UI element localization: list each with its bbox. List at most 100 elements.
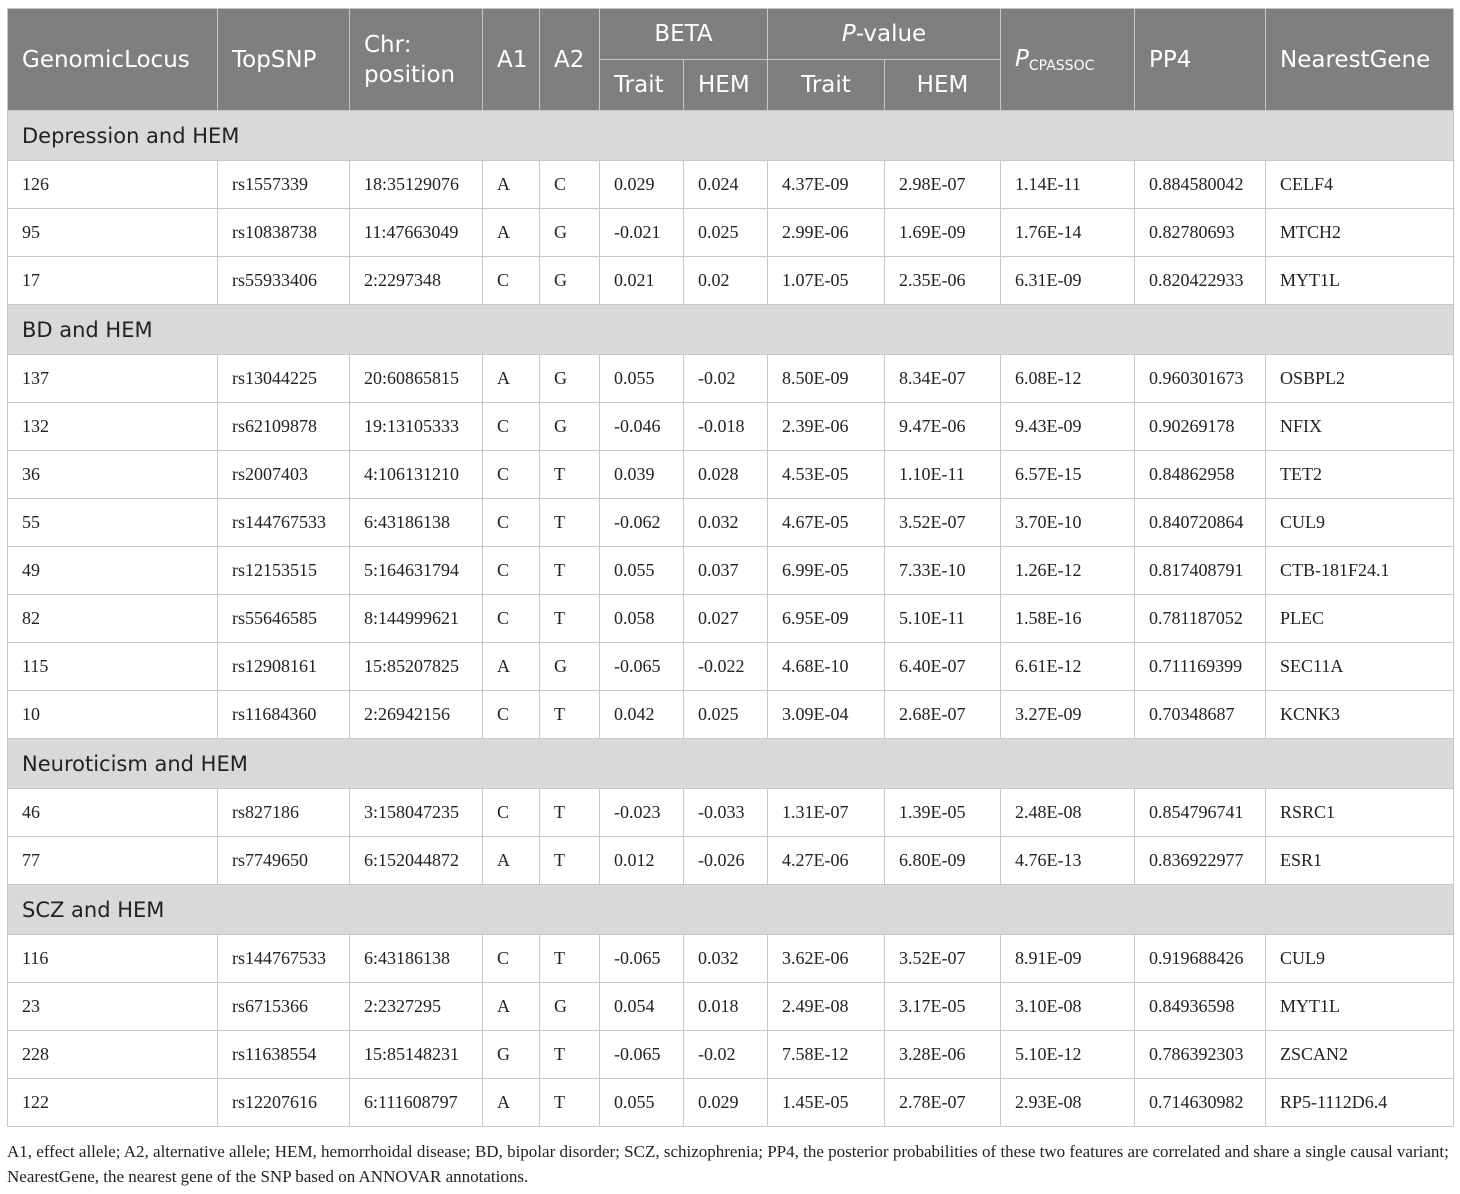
cell-pp4: 0.82780693 bbox=[1134, 208, 1267, 257]
cell-top-snp: rs144767533 bbox=[217, 934, 350, 983]
table-row: 23 rs6715366 2:2327295 A G 0.054 0.018 2.49E-08… bbox=[7, 982, 1455, 1031]
cell-nearest-gene: ESR1 bbox=[1265, 836, 1455, 885]
cell-beta-hem: -0.018 bbox=[683, 402, 768, 451]
cell-beta-hem: 0.024 bbox=[683, 160, 768, 209]
cell-a2: T bbox=[539, 836, 600, 885]
cell-a1: A bbox=[482, 982, 540, 1031]
cell-pp4: 0.781187052 bbox=[1134, 594, 1267, 643]
cell-pp4: 0.884580042 bbox=[1134, 160, 1267, 209]
cell-p-cpassoc: 3.27E-09 bbox=[1000, 690, 1136, 739]
cell-genomic-locus: 46 bbox=[7, 788, 218, 837]
table-row: 126 rs1557339 18:35129076 A C 0.029 0.024 4.37E… bbox=[7, 160, 1455, 209]
table-row: 49 rs12153515 5:164631794 C T 0.055 0.037 6.99E… bbox=[7, 546, 1455, 595]
cell-pvalue-hem: 3.52E-07 bbox=[883, 934, 1002, 983]
header-p-value-rest: -value bbox=[855, 21, 927, 47]
cell-beta-hem: 0.028 bbox=[683, 450, 768, 499]
cell-pvalue-trait: 4.68E-10 bbox=[767, 642, 885, 691]
cell-a2: G bbox=[539, 208, 600, 257]
cell-p-cpassoc: 4.76E-13 bbox=[1000, 836, 1136, 885]
cell-beta-trait: 0.054 bbox=[599, 982, 684, 1031]
cell-chr-position: 8:144999621 bbox=[349, 594, 483, 643]
cell-a1: C bbox=[482, 256, 540, 305]
cell-chr-position: 5:164631794 bbox=[349, 546, 483, 595]
cell-beta-trait: 0.055 bbox=[599, 1078, 684, 1127]
cell-genomic-locus: 17 bbox=[7, 256, 218, 305]
cell-a1: A bbox=[482, 642, 540, 691]
cell-pvalue-trait: 4.67E-05 bbox=[767, 498, 885, 547]
cell-pvalue-hem: 3.17E-05 bbox=[883, 982, 1002, 1031]
cell-p-cpassoc: 2.48E-08 bbox=[1000, 788, 1136, 837]
cell-pvalue-hem: 2.35E-06 bbox=[883, 256, 1002, 305]
header-p-cpassoc: PCPASSOC bbox=[1000, 8, 1136, 111]
cell-genomic-locus: 82 bbox=[7, 594, 218, 643]
cell-chr-position: 15:85148231 bbox=[349, 1030, 483, 1079]
cell-top-snp: rs144767533 bbox=[217, 498, 350, 547]
cell-beta-hem: -0.02 bbox=[683, 354, 768, 403]
cell-nearest-gene: KCNK3 bbox=[1265, 690, 1455, 739]
table-body: Depression and HEM 126 rs1557339 18:3512907… bbox=[6, 110, 1455, 1127]
header-nearest-gene: NearestGene bbox=[1265, 8, 1455, 111]
cell-pvalue-trait: 7.58E-12 bbox=[767, 1030, 885, 1079]
table-row: 116 rs144767533 6:43186138 C T -0.065 0.032 3.6… bbox=[7, 934, 1455, 983]
cell-pvalue-trait: 3.62E-06 bbox=[767, 934, 885, 983]
cell-pvalue-hem: 2.98E-07 bbox=[883, 160, 1002, 209]
group-header-row: SCZ and HEM bbox=[6, 884, 1455, 935]
cell-beta-trait: 0.042 bbox=[599, 690, 684, 739]
group-title: Depression and HEM bbox=[6, 110, 1455, 161]
header-pvalue-hem: HEM bbox=[883, 59, 1002, 111]
cell-top-snp: rs10838738 bbox=[217, 208, 350, 257]
cell-top-snp: rs11638554 bbox=[217, 1030, 350, 1079]
cell-a2: T bbox=[539, 934, 600, 983]
cell-beta-hem: 0.032 bbox=[683, 934, 768, 983]
cell-beta-trait: -0.023 bbox=[599, 788, 684, 837]
colocalization-table: GenomicLocus TopSNP Chr: position A1 A2 … bbox=[6, 8, 1455, 1127]
cell-pvalue-hem: 3.52E-07 bbox=[883, 498, 1002, 547]
cell-genomic-locus: 49 bbox=[7, 546, 218, 595]
cell-top-snp: rs827186 bbox=[217, 788, 350, 837]
cell-pvalue-trait: 1.07E-05 bbox=[767, 256, 885, 305]
cell-chr-position: 6:152044872 bbox=[349, 836, 483, 885]
header-beta-trait: Trait bbox=[599, 59, 684, 111]
cell-beta-hem: 0.027 bbox=[683, 594, 768, 643]
cell-top-snp: rs12908161 bbox=[217, 642, 350, 691]
cell-pvalue-trait: 2.39E-06 bbox=[767, 402, 885, 451]
cell-pp4: 0.919688426 bbox=[1134, 934, 1267, 983]
cell-genomic-locus: 36 bbox=[7, 450, 218, 499]
cell-a2: G bbox=[539, 402, 600, 451]
cell-top-snp: rs2007403 bbox=[217, 450, 350, 499]
cell-genomic-locus: 132 bbox=[7, 402, 218, 451]
cell-a2: G bbox=[539, 256, 600, 305]
cell-top-snp: rs55933406 bbox=[217, 256, 350, 305]
cell-beta-hem: 0.029 bbox=[683, 1078, 768, 1127]
cell-a1: C bbox=[482, 498, 540, 547]
cell-p-cpassoc: 2.93E-08 bbox=[1000, 1078, 1136, 1127]
cell-beta-hem: -0.033 bbox=[683, 788, 768, 837]
cell-beta-trait: -0.065 bbox=[599, 1030, 684, 1079]
header-pp4: PP4 bbox=[1134, 8, 1267, 111]
group-header-row: Depression and HEM bbox=[6, 110, 1455, 161]
cell-p-cpassoc: 1.14E-11 bbox=[1000, 160, 1136, 209]
cell-beta-hem: 0.018 bbox=[683, 982, 768, 1031]
cell-beta-trait: 0.039 bbox=[599, 450, 684, 499]
cell-top-snp: rs1557339 bbox=[217, 160, 350, 209]
header-p-cpassoc-main: P bbox=[1015, 45, 1029, 72]
cell-a1: C bbox=[482, 788, 540, 837]
cell-beta-trait: 0.055 bbox=[599, 354, 684, 403]
cell-genomic-locus: 115 bbox=[7, 642, 218, 691]
cell-a2: T bbox=[539, 546, 600, 595]
cell-chr-position: 4:106131210 bbox=[349, 450, 483, 499]
table-row: 55 rs144767533 6:43186138 C T -0.062 0.032 4.67… bbox=[7, 498, 1455, 547]
cell-pvalue-trait: 1.31E-07 bbox=[767, 788, 885, 837]
header-beta: BETA bbox=[599, 8, 768, 60]
cell-genomic-locus: 95 bbox=[7, 208, 218, 257]
table-row: 82 rs55646585 8:144999621 C T 0.058 0.027 6.95E… bbox=[7, 594, 1455, 643]
group-title: BD and HEM bbox=[6, 304, 1455, 355]
cell-pvalue-trait: 4.37E-09 bbox=[767, 160, 885, 209]
header-p-cpassoc-sub: CPASSOC bbox=[1028, 57, 1095, 74]
table-row: 115 rs12908161 15:85207825 A G -0.065 -0.022 4.… bbox=[7, 642, 1455, 691]
cell-p-cpassoc: 3.70E-10 bbox=[1000, 498, 1136, 547]
cell-pvalue-hem: 1.39E-05 bbox=[883, 788, 1002, 837]
cell-pvalue-trait: 2.99E-06 bbox=[767, 208, 885, 257]
cell-p-cpassoc: 1.58E-16 bbox=[1000, 594, 1136, 643]
cell-beta-trait: -0.021 bbox=[599, 208, 684, 257]
